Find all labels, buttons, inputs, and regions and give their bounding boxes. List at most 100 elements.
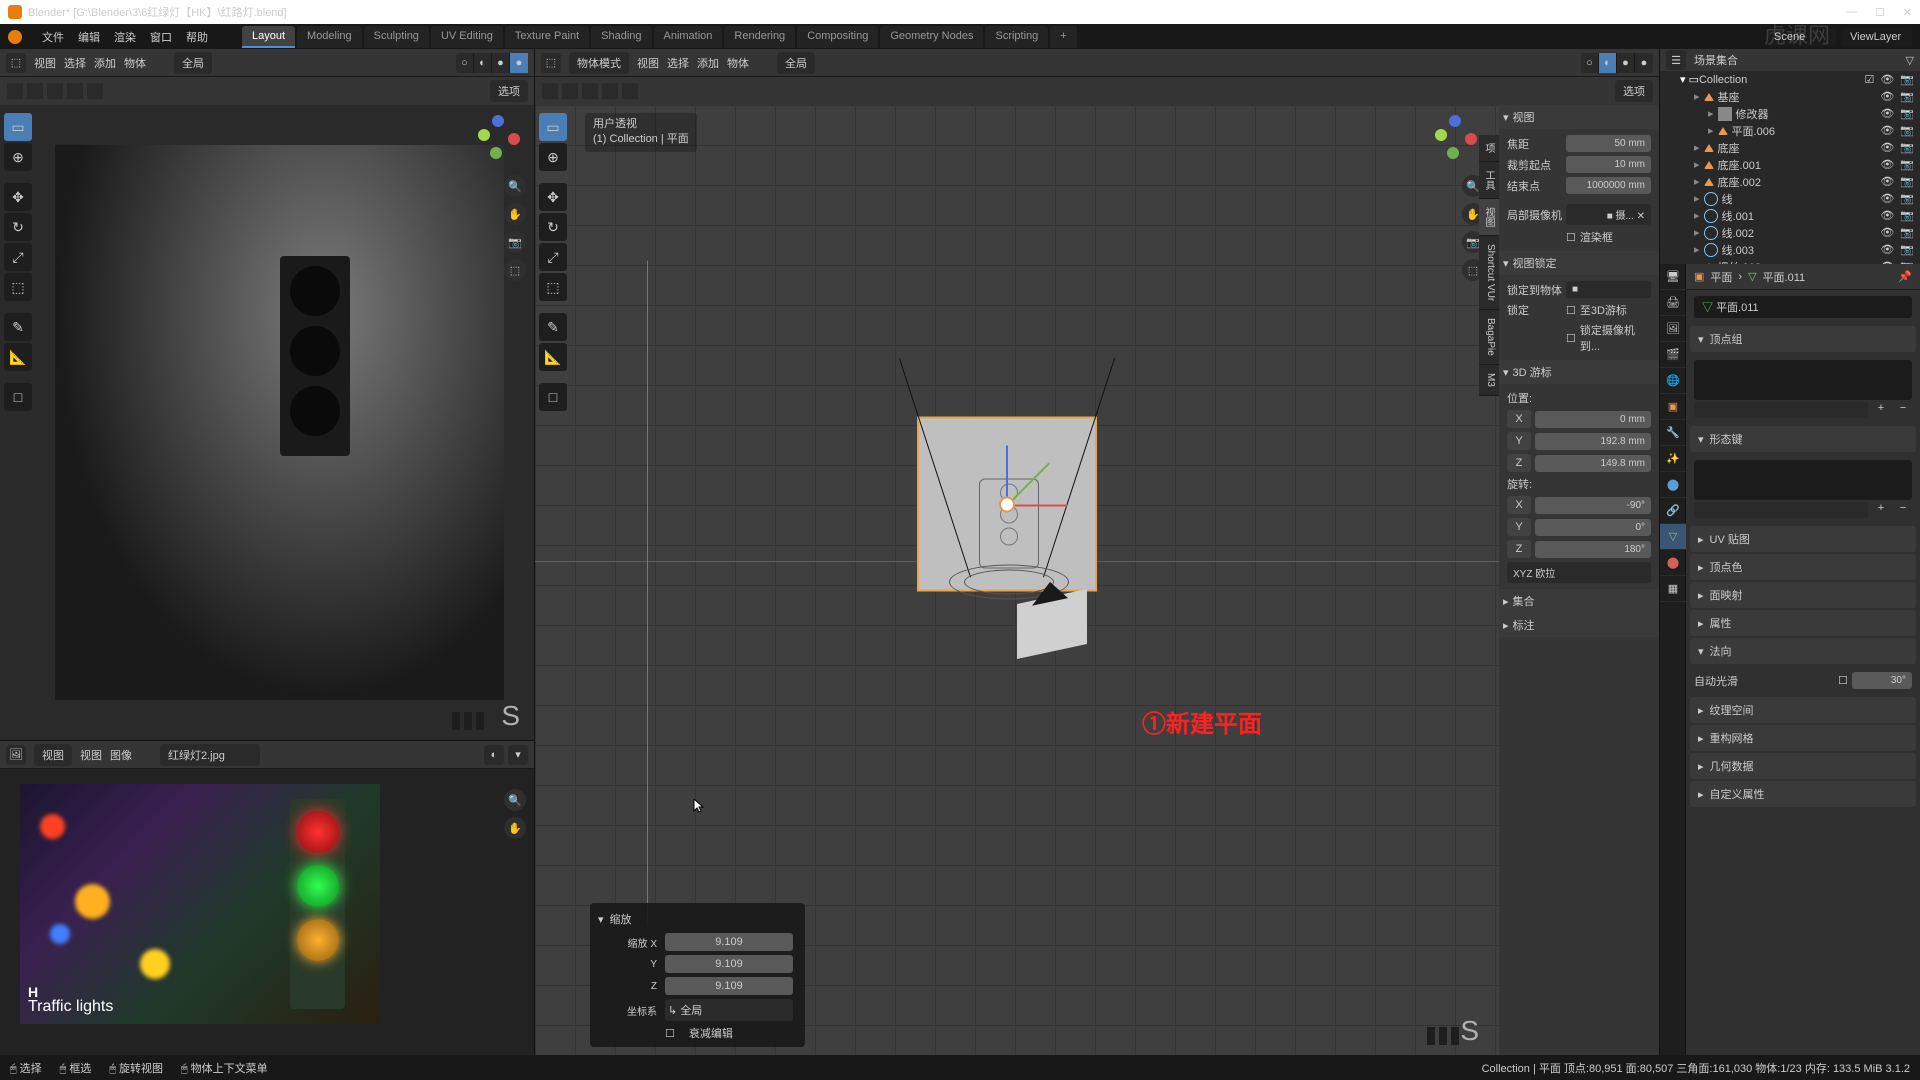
viewport-left[interactable]: ▭ ⊕ ✥ ↻ ⤢ ⬚ ✎ 📐 □ — [0, 105, 534, 740]
nav-gizmo-main[interactable] — [1429, 113, 1479, 163]
outliner[interactable]: ☰ 场景集合 ▽ ▾ ▭ Collection ☑👁📷 ▸基座👁📷▸修改器👁📷▸… — [1660, 49, 1920, 264]
tab-texpaint[interactable]: Texture Paint — [505, 26, 589, 48]
ptab-physics[interactable]: ⬤ — [1660, 472, 1686, 498]
img-slot-icon[interactable]: ◐ — [484, 745, 504, 765]
tab-shading[interactable]: Shading — [591, 26, 651, 48]
tool-move-m[interactable]: ✥ — [539, 183, 567, 211]
outliner-type-icon[interactable]: ☰ — [1666, 50, 1686, 70]
outliner-item[interactable]: ▸线.002👁📷 — [1660, 224, 1920, 241]
filter-icon[interactable]: ▽ — [1906, 54, 1914, 67]
vp-menu-add[interactable]: 添加 — [697, 55, 719, 71]
image-view[interactable]: 🔍 ✋ H Traffic lights — [0, 769, 534, 1055]
tab-scripting[interactable]: Scripting — [985, 26, 1048, 48]
datablock-field[interactable]: ▽ 平面.011 — [1694, 296, 1912, 318]
prop-panel-6[interactable]: ▾法向 — [1690, 638, 1916, 664]
prop-panel-4[interactable]: ▸面映射 — [1690, 582, 1916, 608]
img-file-field[interactable]: 红绿灯2.jpg — [160, 744, 260, 766]
menu-file[interactable]: 文件 — [42, 29, 64, 45]
viewport-menu-add[interactable]: 添加 — [94, 55, 116, 71]
prop-panel-1[interactable]: ▾形态键 — [1690, 426, 1916, 452]
img-pan-icon[interactable]: ✋ — [504, 817, 526, 839]
tool-measure-m[interactable]: 📐 — [539, 343, 567, 371]
vp-menu-select[interactable]: 选择 — [667, 55, 689, 71]
tool-rotate-m[interactable]: ↻ — [539, 213, 567, 241]
vp-menu-view[interactable]: 视图 — [637, 55, 659, 71]
perspective-icon[interactable]: ⬚ — [504, 259, 526, 281]
editor-type-icon[interactable]: ⬚ — [6, 53, 26, 73]
tool-measure[interactable]: 📐 — [4, 343, 32, 371]
ptab-modifier[interactable]: 🔧 — [1660, 420, 1686, 446]
zoom-icon[interactable]: 🔍 — [504, 175, 526, 197]
nav-gizmo[interactable] — [472, 113, 522, 163]
outliner-item[interactable]: ▸底座.001👁📷 — [1660, 156, 1920, 173]
img-menu-image[interactable]: 图像 — [110, 747, 132, 763]
menu-render[interactable]: 渲染 — [114, 29, 136, 45]
shading-main[interactable]: ○◐●● — [1581, 53, 1653, 73]
tool-scale-m[interactable]: ⤢ — [539, 243, 567, 271]
viewport-menu-view[interactable]: 视图 — [34, 55, 56, 71]
ptab-output[interactable]: 🖨 — [1660, 290, 1686, 316]
options-dropdown[interactable]: 选项 — [490, 80, 528, 102]
prop-panel-9[interactable]: ▸几何数据 — [1690, 753, 1916, 779]
cursor-rx[interactable]: -90° — [1535, 497, 1651, 514]
ptab-particle[interactable]: ✨ — [1660, 446, 1686, 472]
menu-window[interactable]: 窗口 — [150, 29, 172, 45]
img-channel-icon[interactable]: ▾ — [508, 745, 528, 765]
viewport-menu-select[interactable]: 选择 — [64, 55, 86, 71]
menu-edit[interactable]: 编辑 — [78, 29, 100, 45]
close-button[interactable]: ✕ — [1903, 6, 1912, 19]
viewlayer-field[interactable]: ViewLayer — [1842, 28, 1912, 46]
ptab-viewlayer[interactable]: 🖼 — [1660, 316, 1686, 342]
orientation-main[interactable]: 全局 — [777, 52, 815, 74]
shading-pills[interactable]: ○◐●● — [456, 53, 528, 73]
ptab-world[interactable]: 🌐 — [1660, 368, 1686, 394]
outliner-item[interactable]: ▸底座👁📷 — [1660, 139, 1920, 156]
tab-geonodes[interactable]: Geometry Nodes — [880, 26, 983, 48]
viewport-main[interactable]: ▭ ⊕ ✥ ↻ ⤢ ⬚ ✎ 📐 □ 用户透视 (1) Collection | … — [535, 105, 1659, 1055]
orientation-dropdown[interactable]: 全局 — [174, 52, 212, 74]
collection-row[interactable]: ▾ ▭ Collection ☑👁📷 — [1660, 71, 1920, 88]
operator-panel[interactable]: ▾缩放 缩放 X9.109 Y9.109 Z9.109 坐标系↳ 全局 ☐衰减编… — [590, 903, 805, 1047]
ptab-object[interactable]: ▣ — [1660, 394, 1686, 420]
prop-panel-5[interactable]: ▸属性 — [1690, 610, 1916, 636]
prop-panel-3[interactable]: ▸顶点色 — [1690, 554, 1916, 580]
options-main[interactable]: 选项 — [1615, 80, 1653, 102]
np-view-header[interactable]: ▾ 视图 — [1499, 105, 1659, 129]
tool-annotate[interactable]: ✎ — [4, 313, 32, 341]
tab-sculpting[interactable]: Sculpting — [364, 26, 429, 48]
img-editor-type-icon[interactable]: 🖼 — [6, 745, 26, 765]
outliner-item[interactable]: ▸基座👁📷 — [1660, 88, 1920, 105]
tab-layout[interactable]: Layout — [242, 26, 295, 48]
ptab-scene[interactable]: 🎬 — [1660, 342, 1686, 368]
ntab-shortcut[interactable]: Shortcut VUr — [1479, 236, 1499, 310]
rotation-mode[interactable]: XYZ 欧拉 — [1507, 562, 1651, 583]
np-collections[interactable]: ▸ 集合 — [1499, 589, 1659, 613]
clipstart-field[interactable]: 10 mm — [1566, 156, 1651, 173]
cursor-z[interactable]: 149.8 mm — [1535, 455, 1651, 472]
editor-type-main-icon[interactable]: ⬚ — [541, 53, 561, 73]
outliner-item[interactable]: ▸底座.002👁📷 — [1660, 173, 1920, 190]
prop-panel-0[interactable]: ▾顶点组 — [1690, 326, 1916, 352]
img-menu-view[interactable]: 视图 — [80, 747, 102, 763]
tool-rotate[interactable]: ↻ — [4, 213, 32, 241]
img-zoom-icon[interactable]: 🔍 — [504, 789, 526, 811]
ptab-render[interactable]: 🖥 — [1660, 264, 1686, 290]
outliner-item[interactable]: ▸线.001👁📷 — [1660, 207, 1920, 224]
prop-panel-2[interactable]: ▸UV 贴图 — [1690, 526, 1916, 552]
np-cursor-header[interactable]: ▾ 3D 游标 — [1499, 360, 1659, 384]
selected-plane[interactable] — [917, 417, 1097, 592]
menu-help[interactable]: 帮助 — [186, 29, 208, 45]
tool-cursor-m[interactable]: ⊕ — [539, 143, 567, 171]
prop-panel-7[interactable]: ▸纹理空间 — [1690, 697, 1916, 723]
outliner-item[interactable]: ▸线👁📷 — [1660, 190, 1920, 207]
cursor-y[interactable]: 192.8 mm — [1535, 433, 1651, 450]
tab-compositing[interactable]: Compositing — [797, 26, 878, 48]
ntab-tool[interactable]: 工具 — [1479, 162, 1499, 199]
tab-rendering[interactable]: Rendering — [724, 26, 795, 48]
pin-icon[interactable]: 📌 — [1898, 270, 1912, 283]
orient-field[interactable]: ↳ 全局 — [665, 999, 793, 1021]
outliner-item[interactable]: ▸平面.006👁📷 — [1660, 122, 1920, 139]
scale-z-field[interactable]: 9.109 — [665, 977, 793, 995]
prop-panel-8[interactable]: ▸重构网格 — [1690, 725, 1916, 751]
viewport-menu-object[interactable]: 物体 — [124, 55, 146, 71]
